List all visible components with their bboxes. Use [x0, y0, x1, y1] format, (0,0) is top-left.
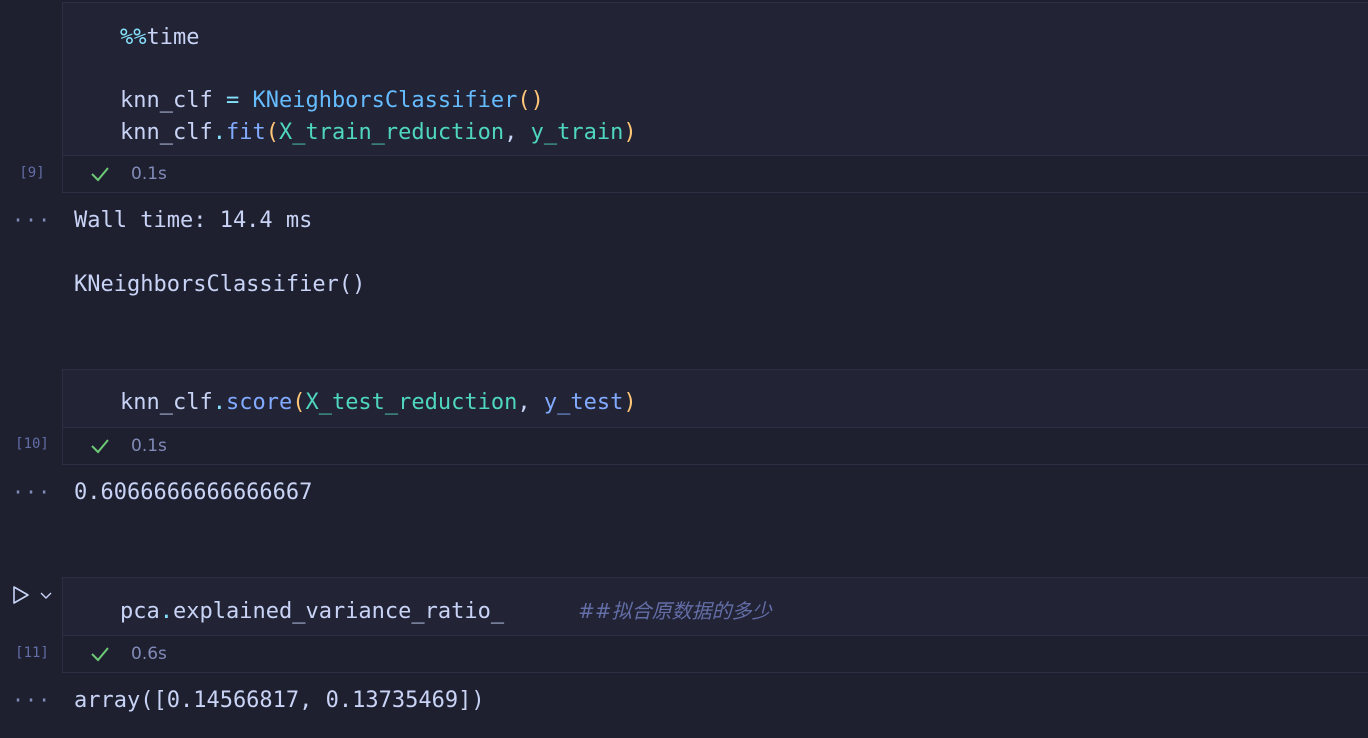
code-editor[interactable]: %%time knn_clf = KNeighborsClassifier() … [62, 2, 1368, 157]
variable: knn_clf [120, 120, 213, 145]
cell-status-bar: 0.1s [62, 155, 1368, 193]
output-menu-button[interactable]: ··· [12, 688, 50, 712]
class-name: KNeighborsClassifier [252, 88, 518, 113]
chevron-down-icon[interactable] [38, 587, 54, 603]
execution-count: [11] [15, 645, 49, 661]
magic-name: time [146, 25, 200, 50]
argument: y_train [530, 120, 624, 145]
paren-open: ( [292, 390, 306, 415]
attribute-name: explained_variance_ratio_ [173, 599, 505, 624]
separator: , [504, 120, 531, 145]
dot: . [212, 120, 226, 145]
paren-close: ) [623, 120, 637, 145]
cell-output: array([0.14566817, 0.13735469]) [74, 688, 485, 713]
code-line: pca.explained_variance_ratio_ ##拟合原数据的多少 [120, 595, 772, 628]
variable: knn_clf [120, 88, 213, 113]
run-cell-icon[interactable] [10, 584, 32, 606]
check-icon [91, 647, 109, 662]
code-line: knn_clf = KNeighborsClassifier() [120, 85, 544, 117]
method-name: fit [225, 120, 266, 145]
execution-duration: 0.1s [131, 436, 167, 456]
execution-count: [10] [15, 436, 49, 452]
cell-status-bar: 0.6s [62, 635, 1368, 673]
paren-open: ( [265, 120, 279, 145]
argument: X_train_reduction [278, 120, 505, 145]
cell-output: Wall time: 14.4 ms [74, 208, 313, 233]
code-editor[interactable]: knn_clf.score(X_test_reduction, y_test) [62, 369, 1368, 429]
check-icon [91, 167, 109, 182]
execution-duration: 0.6s [131, 644, 167, 664]
variable: pca [120, 599, 160, 624]
operator: = [212, 88, 253, 113]
paren-close: ) [530, 88, 544, 113]
paren-open: ( [517, 88, 531, 113]
code-line: knn_clf.score(X_test_reduction, y_test) [120, 387, 637, 419]
separator: , [517, 390, 544, 415]
variable: knn_clf [120, 390, 213, 415]
code-editor[interactable]: pca.explained_variance_ratio_ ##拟合原数据的多少 [62, 577, 1368, 637]
method-name: score [225, 390, 293, 415]
cell-output: 0.6066666666666667 [74, 480, 313, 505]
execution-duration: 0.1s [131, 164, 167, 184]
code-line: knn_clf.fit(X_train_reduction, y_train) [120, 117, 637, 149]
code-line: %%time [120, 22, 199, 54]
output-menu-button[interactable]: ··· [12, 208, 50, 232]
output-menu-button[interactable]: ··· [12, 480, 50, 504]
argument: y_test [543, 390, 624, 415]
paren-close: ) [623, 390, 637, 415]
dot: . [159, 599, 173, 624]
code-comment: ##拟合原数据的多少 [578, 599, 772, 623]
dot: . [212, 390, 226, 415]
argument: X_test_reduction [305, 390, 518, 415]
cell-output: KNeighborsClassifier() [74, 272, 366, 297]
execution-count: [9] [19, 165, 45, 181]
check-icon [91, 439, 109, 454]
cell-status-bar: 0.1s [62, 427, 1368, 465]
magic-prefix: %% [120, 25, 147, 50]
